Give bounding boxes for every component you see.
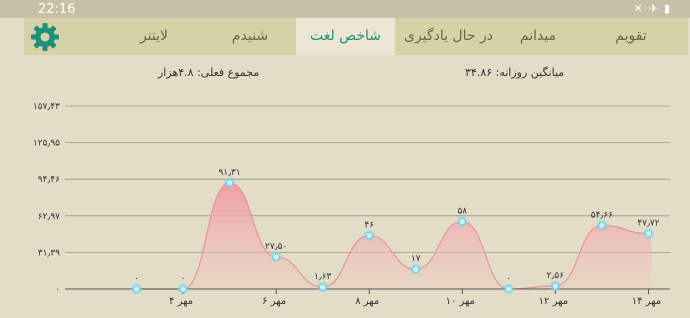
data-point [458, 217, 467, 226]
tab-learning[interactable]: در حال یادگیری [395, 18, 502, 55]
area-fill [136, 182, 652, 289]
data-point [505, 285, 513, 293]
tab-bar: تقویم میدانم در حال یادگیری شاخص لغت شنی… [24, 18, 688, 55]
x-tick-label: ۶ مهر [262, 296, 286, 307]
tab-leitner[interactable]: لایتنر [104, 18, 204, 55]
tab-word-index-label: شاخص لغت [309, 28, 382, 44]
data-point [318, 283, 327, 291]
tab-word-index[interactable]: شاخص لغت [296, 18, 395, 55]
battery-icon: ▮ [663, 2, 676, 15]
data-label: ۱٫۶۳ [314, 272, 332, 282]
data-point [598, 221, 606, 230]
tab-calendar[interactable]: تقویم [574, 18, 688, 55]
data-label: ۲۷٫۵۰ [265, 242, 287, 252]
data-label: ۰ [506, 274, 511, 284]
x-tick-label: ۴ مهر [169, 296, 193, 307]
data-point [272, 253, 280, 261]
tab-learning-label: در حال یادگیری [404, 28, 493, 44]
data-point [132, 285, 141, 293]
data-label: ۴۶ [364, 221, 374, 231]
data-label: ۵۸ [457, 207, 467, 217]
airplane-icon: ✈ [648, 2, 664, 15]
data-label: ۹۱٫۳۱ [218, 168, 240, 178]
tab-heard[interactable]: شنیدم [204, 18, 296, 55]
data-label: ۴۷٫۷۲ [637, 219, 659, 229]
tab-known[interactable]: میدانم [502, 18, 574, 55]
y-tick-label: ۱۵۷٫۴۳ [33, 102, 60, 112]
tab-leitner-label: لایتنر [139, 28, 169, 44]
tab-known-label: میدانم [519, 28, 557, 44]
data-label: ۵۴٫۶۶ [591, 210, 613, 220]
data-point [179, 285, 187, 293]
x-tick-label: ۱۰ مهر [446, 296, 475, 307]
status-bar: 22:16 ✕✈▮ [0, 0, 690, 18]
y-tick-label: ۳۱٫۳۹ [38, 248, 60, 258]
daily-average: میانگین روزانه: ۳۴.۸۶ [465, 66, 565, 79]
current-total: مجموع فعلی: ۴.۸هزار [158, 66, 260, 79]
data-label: ۰ [181, 274, 186, 284]
data-label: ۰ [134, 274, 139, 284]
words-chart: ۰ ۳۱٫۳۹ ۶۲٫۹۷ ۹۴٫۴۶ ۱۲۵٫۹۵ ۱۵۷٫۴۳ ۴ مهر ۶ مهر ۸ … [33, 102, 670, 307]
y-tick-label: ۰ [55, 285, 60, 295]
x-tick-label: ۸ مهر [355, 296, 379, 307]
mute-icon: ✕ [633, 2, 649, 15]
tab-heard-label: شنیدم [231, 28, 269, 44]
y-tick-label: ۶۲٫۹۷ [38, 212, 60, 222]
gear-icon[interactable] [30, 22, 60, 52]
data-point [411, 265, 420, 274]
area-series [136, 182, 652, 290]
data-point [551, 282, 560, 290]
data-label: ۲٫۵۶ [547, 271, 565, 281]
x-tick-label: ۱۲ مهر [539, 296, 568, 307]
x-tick-label: ۱۴ مهر [632, 296, 661, 307]
data-point [644, 229, 653, 238]
y-tick-label: ۱۲۵٫۹۵ [33, 139, 60, 149]
data-point [365, 231, 374, 240]
y-tick-label: ۹۴٫۴۶ [38, 175, 60, 185]
status-time: 22:16 [38, 2, 76, 17]
data-label: ۱۷ [411, 254, 421, 264]
tab-calendar-label: تقویم [615, 28, 647, 44]
status-icons: ✕✈▮ [634, 2, 677, 15]
data-point [225, 179, 234, 187]
